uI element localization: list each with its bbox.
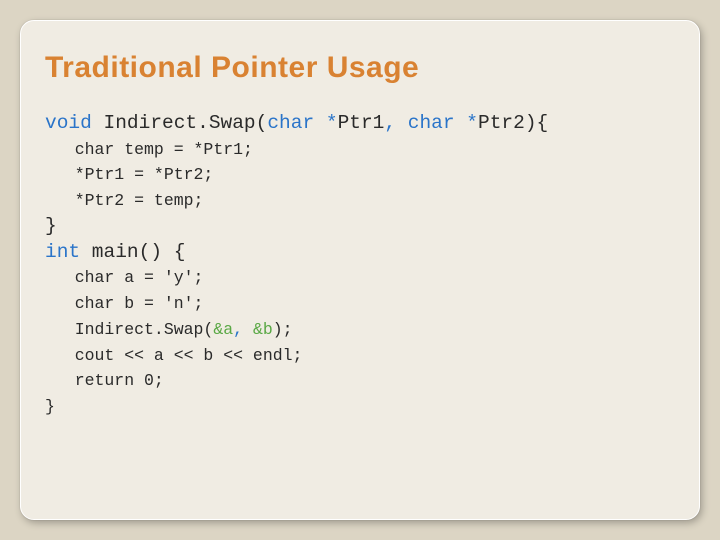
code-line: *Ptr2 = temp; xyxy=(45,191,203,210)
code-line: } xyxy=(45,397,55,416)
code-line: } xyxy=(45,215,57,237)
kw-int: int xyxy=(45,241,80,263)
param-name: Ptr2 xyxy=(478,112,525,134)
txt: Indirect.Swap( xyxy=(92,112,268,134)
arg: b xyxy=(263,320,273,339)
kw-char: char xyxy=(408,112,467,134)
code-line: char a = 'y'; xyxy=(45,268,203,287)
op-amp: & xyxy=(253,320,263,339)
arg: a xyxy=(223,320,233,339)
txt: ){ xyxy=(525,112,548,134)
kw-char: char xyxy=(267,112,326,134)
code-line: *Ptr1 = *Ptr2; xyxy=(45,165,213,184)
code-line: char temp = *Ptr1; xyxy=(45,140,253,159)
slide-card: Traditional Pointer Usage void Indirect.… xyxy=(20,20,700,520)
code-line: char b = 'n'; xyxy=(45,294,203,313)
txt: ); xyxy=(273,320,293,339)
txt: main() { xyxy=(80,241,185,263)
op-comma: , xyxy=(384,112,407,134)
code-line: cout << a << b << endl; xyxy=(45,346,302,365)
code-block: void Indirect.Swap(char *Ptr1, char *Ptr… xyxy=(45,111,675,420)
slide-title: Traditional Pointer Usage xyxy=(45,51,675,85)
op-star: * xyxy=(466,112,478,134)
txt: Indirect.Swap( xyxy=(45,320,213,339)
op-comma: , xyxy=(233,320,253,339)
op-star: * xyxy=(326,112,338,134)
code-line: return 0; xyxy=(45,371,164,390)
op-amp: & xyxy=(213,320,223,339)
param-name: Ptr1 xyxy=(338,112,385,134)
kw-void: void xyxy=(45,112,92,134)
